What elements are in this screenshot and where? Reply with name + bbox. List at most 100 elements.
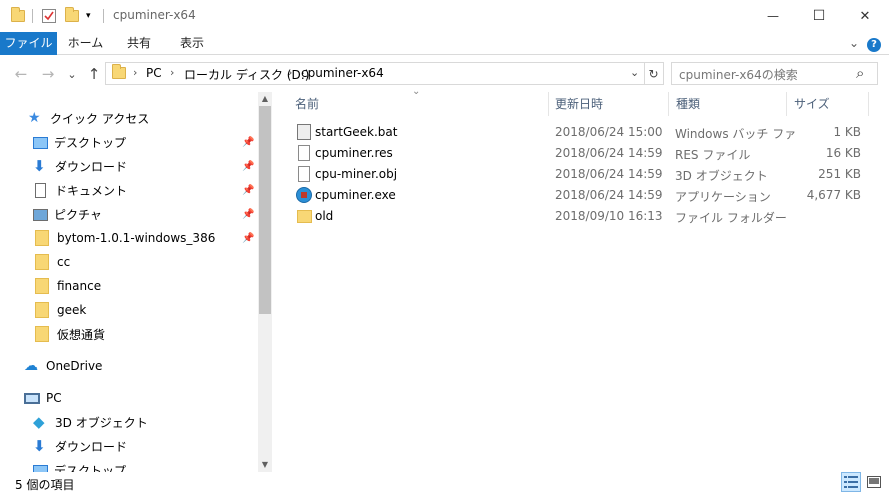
file-name: cpuminer.res	[315, 146, 393, 160]
close-button[interactable]: ✕	[842, 0, 888, 32]
address-bar[interactable]: › PC › ローカル ディスク (D:) › cpuminer-x64 ⌄	[105, 62, 645, 85]
scrollbar-thumb[interactable]	[259, 106, 271, 314]
column-divider[interactable]	[668, 92, 669, 116]
file-row-cpuminer-res[interactable]: cpuminer.res 2018/06/24 14:59 RES ファイル 1…	[288, 143, 868, 164]
file-size: 16 KB	[825, 146, 861, 160]
details-view-icon	[844, 476, 858, 488]
scroll-down-arrow-icon[interactable]: ▼	[258, 458, 272, 472]
forward-button[interactable]: →	[38, 64, 58, 84]
folder-icon	[112, 64, 126, 82]
details-view-button[interactable]	[841, 472, 861, 492]
nav-item-bytom[interactable]: bytom-1.0.1-windows_386 📌	[0, 226, 258, 250]
pin-icon: 📌	[242, 184, 255, 196]
search-input[interactable]: cpuminer-x64の検索 ⌕	[671, 62, 878, 85]
nav-quick-access[interactable]: ★ クイック アクセス	[0, 106, 258, 130]
file-row-cpu-miner-obj[interactable]: cpu-miner.obj 2018/06/24 14:59 3D オブジェクト…	[288, 164, 868, 185]
tab-share[interactable]: 共有	[114, 32, 164, 55]
nav-item-cc[interactable]: cc	[0, 250, 258, 274]
scroll-up-arrow-icon[interactable]: ▲	[258, 92, 272, 106]
pin-icon: 📌	[242, 208, 255, 220]
minimize-button[interactable]: —	[750, 0, 796, 32]
nav-item-pictures[interactable]: ピクチャ 📌	[0, 202, 258, 226]
large-icons-view-button[interactable]	[864, 472, 884, 492]
divider	[103, 9, 104, 23]
column-divider[interactable]	[868, 92, 869, 116]
breadcrumb-separator: ›	[288, 66, 293, 79]
nav-pc[interactable]: PC	[0, 386, 258, 410]
nav-item-documents[interactable]: ドキュメント 📌	[0, 178, 258, 202]
navigation-pane: ★ クイック アクセス デスクトップ 📌 ⬇ ダウンロード 📌 ドキュメント 📌…	[0, 92, 272, 472]
tab-view[interactable]: 表示	[164, 32, 220, 55]
column-header-type[interactable]: 種類	[676, 92, 700, 116]
column-header-name[interactable]: 名前	[295, 92, 319, 116]
nav-item-crypto[interactable]: 仮想通貨	[0, 322, 258, 346]
file-type: ファイル フォルダー	[675, 211, 787, 225]
column-divider[interactable]	[786, 92, 787, 116]
file-name: cpu-miner.obj	[315, 167, 398, 181]
folder-icon	[35, 254, 49, 270]
new-folder-icon[interactable]	[65, 0, 79, 32]
pin-icon: 📌	[242, 160, 255, 172]
nav-label: PC	[46, 391, 62, 405]
breadcrumb-current-folder[interactable]: cpuminer-x64	[301, 66, 384, 80]
ribbon-expand-icon[interactable]: ⌄	[844, 32, 864, 55]
nav-item-3d-objects[interactable]: ◆ 3D オブジェクト	[0, 410, 258, 434]
nav-label: geek	[57, 303, 87, 317]
desktop-icon	[33, 137, 48, 149]
search-icon[interactable]: ⌕	[856, 64, 864, 82]
address-row: ← → ⌄ ↑ › PC › ローカル ディスク (D:) › cpuminer…	[0, 55, 889, 92]
nav-label: ダウンロード	[55, 439, 128, 454]
file-type: RES ファイル	[675, 148, 751, 162]
nav-onedrive[interactable]: ☁ OneDrive	[0, 354, 258, 378]
column-header-date[interactable]: 更新日時	[555, 92, 603, 116]
nav-label: デスクトップ	[54, 135, 127, 150]
refresh-button[interactable]: ↻	[644, 62, 664, 85]
nav-item-desktop[interactable]: デスクトップ 📌	[0, 130, 258, 154]
help-icon[interactable]: ?	[866, 32, 882, 55]
folder-icon	[35, 230, 49, 246]
nav-label: cc	[57, 255, 71, 269]
file-row-startgeek[interactable]: startGeek.bat 2018/06/24 15:00 Windows バ…	[288, 122, 868, 143]
nav-label: OneDrive	[46, 359, 103, 373]
file-date: 2018/06/24 14:59	[555, 188, 663, 202]
customize-toolbar-icon[interactable]: ▾	[86, 0, 91, 32]
batch-file-icon	[297, 124, 311, 140]
divider	[32, 9, 33, 23]
recent-locations-button[interactable]: ⌄	[62, 64, 82, 84]
nav-item-finance[interactable]: finance	[0, 274, 258, 298]
download-icon: ⬇	[33, 157, 46, 175]
nav-label: クイック アクセス	[50, 111, 150, 126]
breadcrumb-separator: ›	[170, 66, 175, 79]
status-bar: 5 個の項目	[0, 472, 889, 495]
nav-item-pc-downloads[interactable]: ⬇ ダウンロード	[0, 434, 258, 458]
up-button[interactable]: ↑	[84, 64, 104, 84]
file-type: 3D オブジェクト	[675, 169, 768, 183]
file-type: Windows バッチ ファ	[675, 127, 797, 141]
nav-label: ドキュメント	[55, 183, 128, 198]
file-size: 251 KB	[818, 167, 861, 181]
properties-icon[interactable]	[42, 0, 56, 32]
item-count: 5 個の項目	[15, 478, 75, 492]
file-row-old[interactable]: old 2018/09/10 16:13 ファイル フォルダー	[288, 206, 868, 227]
nav-item-downloads[interactable]: ⬇ ダウンロード 📌	[0, 154, 258, 178]
breadcrumb-pc[interactable]: PC	[146, 66, 162, 80]
breadcrumb-separator: ›	[133, 66, 138, 79]
tab-file[interactable]: ファイル	[0, 32, 57, 55]
file-type: アプリケーション	[675, 190, 771, 204]
column-divider[interactable]	[548, 92, 549, 116]
nav-item-pc-desktop[interactable]: デスクトップ	[0, 458, 258, 472]
desktop-icon	[33, 465, 48, 472]
nav-item-geek[interactable]: geek	[0, 298, 258, 322]
column-header-size[interactable]: サイズ	[794, 92, 830, 116]
folder-icon	[297, 210, 312, 223]
tab-home[interactable]: ホーム	[57, 32, 114, 55]
file-size: 4,677 KB	[806, 188, 861, 202]
file-row-cpuminer-exe[interactable]: cpuminer.exe 2018/06/24 14:59 アプリケーション 4…	[288, 185, 868, 206]
back-button[interactable]: ←	[11, 64, 31, 84]
maximize-button[interactable]: ☐	[796, 0, 842, 32]
file-size: 1 KB	[833, 125, 861, 139]
nav-scrollbar[interactable]: ▲ ▼	[258, 92, 272, 472]
nav-label: 3D オブジェクト	[55, 415, 148, 430]
folder-icon	[35, 326, 49, 342]
address-dropdown-icon[interactable]: ⌄	[630, 66, 639, 79]
